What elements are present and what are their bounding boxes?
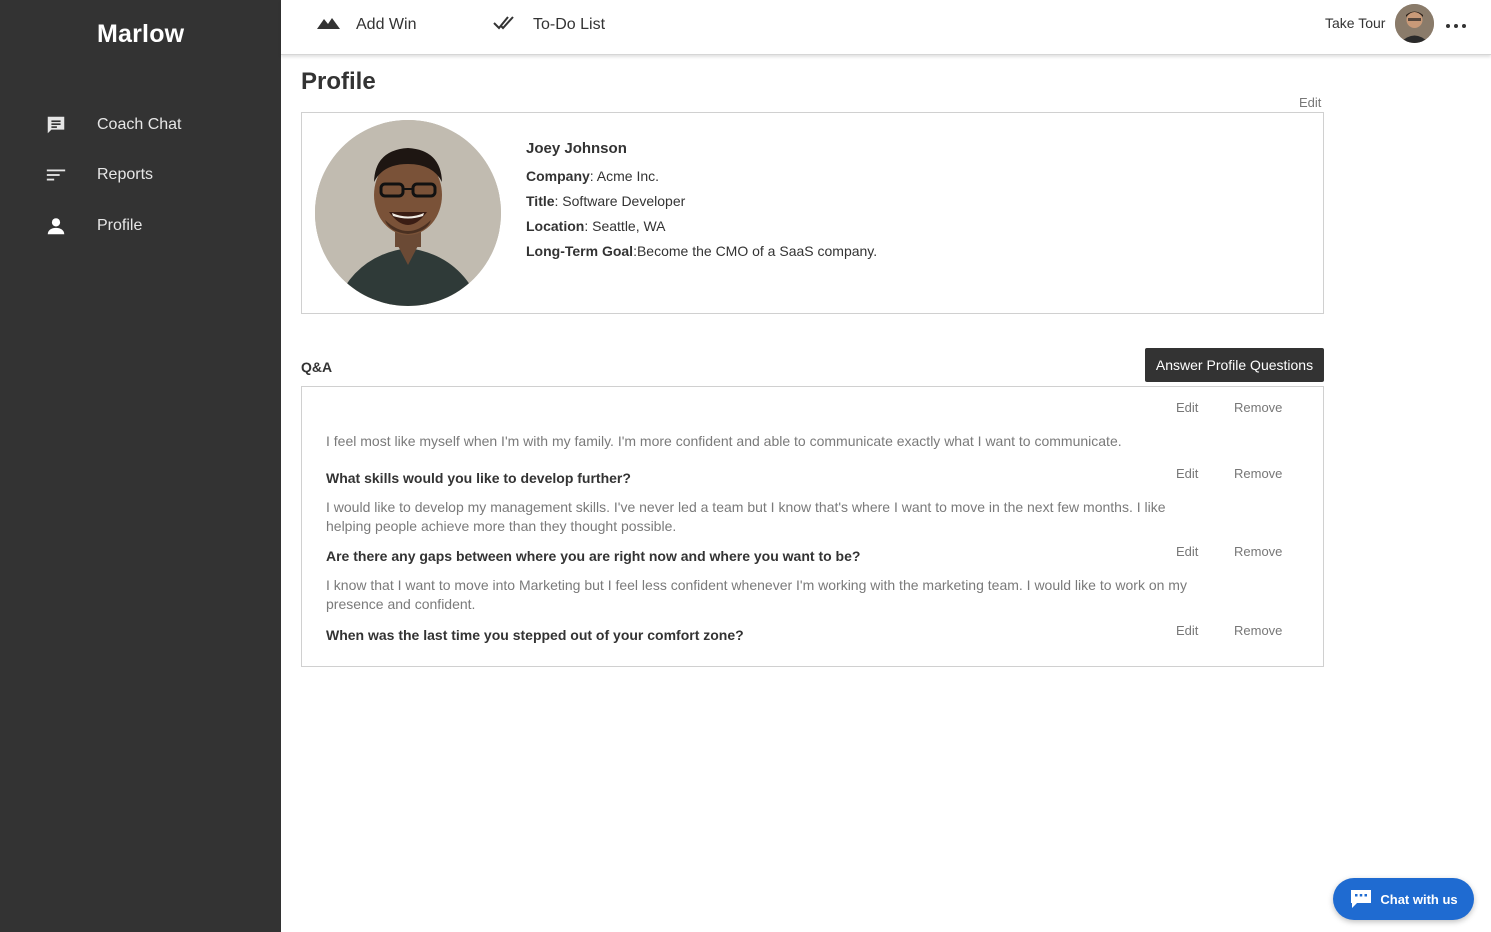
qa-remove-link[interactable]: Remove (1234, 544, 1282, 559)
chat-icon (44, 113, 68, 137)
qa-list: Edit Remove I feel most like myself when… (301, 386, 1324, 667)
person-icon (44, 214, 68, 238)
qa-remove-link[interactable]: Remove (1234, 466, 1282, 481)
location-value: : Seattle, WA (584, 218, 666, 234)
qa-question: What skills would you like to develop fu… (326, 470, 631, 486)
profile-company: Company: Acme Inc. (526, 168, 659, 184)
qa-section-title: Q&A (301, 359, 333, 375)
sidebar: Marlow Coach Chat Reports Profile (0, 0, 281, 932)
chat-with-us-button[interactable]: Chat with us (1333, 878, 1474, 920)
qa-edit-link[interactable]: Edit (1176, 544, 1198, 559)
title-label: Title (526, 193, 555, 209)
qa-question: Are there any gaps between where you are… (326, 548, 861, 564)
qa-remove-link[interactable]: Remove (1234, 623, 1282, 638)
goal-value: :Become the CMO of a SaaS company. (633, 243, 878, 259)
avatar[interactable] (1395, 4, 1434, 43)
reports-icon (44, 163, 68, 187)
more-options-icon[interactable] (1446, 18, 1466, 34)
title-value: : Software Developer (554, 193, 686, 209)
profile-card: Joey Johnson Company: Acme Inc. Title: S… (301, 112, 1324, 314)
qa-question: When was the last time you stepped out o… (326, 627, 744, 643)
qa-remove-link[interactable]: Remove (1234, 400, 1282, 415)
sidebar-item-profile[interactable]: Profile (0, 206, 281, 246)
sidebar-item-label: Coach Chat (97, 116, 182, 133)
take-tour-link[interactable]: Take Tour (1325, 15, 1385, 31)
profile-name: Joey Johnson (526, 140, 627, 157)
company-label: Company (526, 168, 590, 184)
qa-edit-link[interactable]: Edit (1176, 400, 1198, 415)
page-title: Profile (301, 68, 376, 95)
double-check-icon (493, 13, 519, 38)
edit-profile-link[interactable]: Edit (1299, 95, 1321, 110)
sidebar-item-coach-chat[interactable]: Coach Chat (0, 105, 281, 145)
qa-answer: I would like to develop my management sk… (326, 499, 1166, 534)
qa-answer: I know that I want to move into Marketin… (326, 577, 1187, 612)
qa-edit-link[interactable]: Edit (1176, 623, 1198, 638)
profile-goal: Long-Term Goal:Become the CMO of a SaaS … (526, 243, 877, 259)
sidebar-item-reports[interactable]: Reports (0, 155, 281, 195)
todo-list-label: To-Do List (533, 16, 606, 33)
qa-edit-link[interactable]: Edit (1176, 466, 1198, 481)
add-win-label: Add Win (356, 16, 417, 33)
todo-list-button[interactable]: To-Do List (493, 13, 605, 37)
chat-with-us-label: Chat with us (1380, 891, 1458, 907)
top-bar: Add Win To-Do List Take Tour (281, 0, 1491, 55)
company-value: : Acme Inc. (589, 168, 660, 184)
goal-label: Long-Term Goal (526, 243, 634, 259)
answer-profile-questions-button[interactable]: Answer Profile Questions (1145, 348, 1324, 382)
chat-bubble-icon (1349, 889, 1373, 909)
brand-logo[interactable]: Marlow (97, 20, 184, 49)
sidebar-item-label: Reports (97, 166, 154, 183)
profile-location: Location: Seattle, WA (526, 218, 666, 234)
profile-photo (315, 120, 501, 306)
profile-title: Title: Software Developer (526, 193, 685, 209)
qa-answer: I feel most like myself when I'm with my… (326, 433, 1122, 449)
mountain-icon (316, 13, 342, 38)
sidebar-item-label: Profile (97, 217, 143, 234)
location-label: Location (526, 218, 585, 234)
add-win-button[interactable]: Add Win (316, 13, 416, 37)
